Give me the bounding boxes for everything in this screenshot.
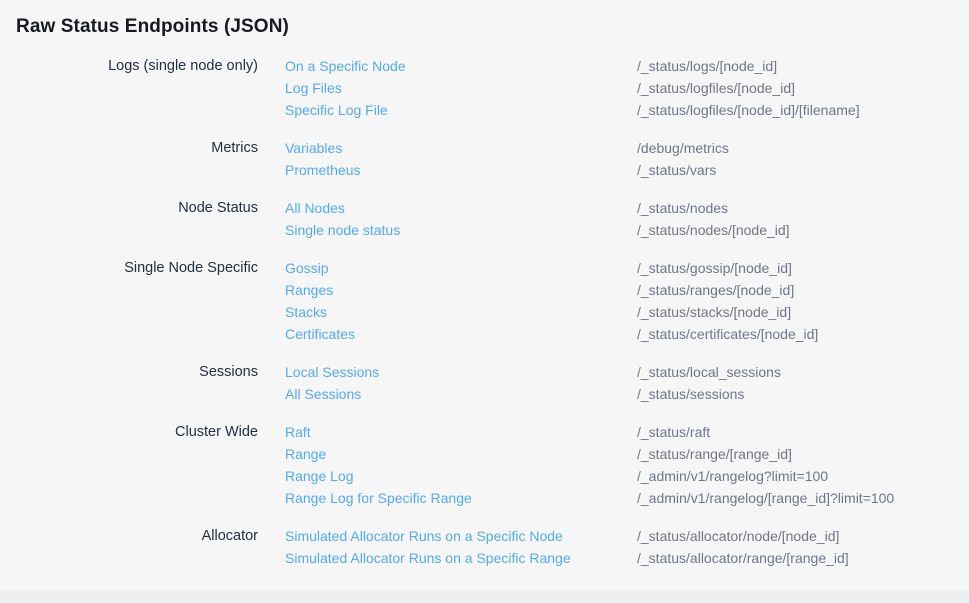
section-links-column: GossipRangesStacksCertificates bbox=[285, 257, 637, 345]
section-category-label: Metrics bbox=[16, 137, 258, 159]
endpoint-path: /_status/raft bbox=[637, 421, 894, 443]
endpoint-section: Node Status All NodesSingle node status … bbox=[16, 197, 953, 241]
endpoint-path: /_status/vars bbox=[637, 159, 729, 181]
section-links-column: All NodesSingle node status bbox=[285, 197, 637, 241]
endpoint-link[interactable]: Range Log for Specific Range bbox=[285, 487, 472, 509]
section-links-column: Simulated Allocator Runs on a Specific N… bbox=[285, 525, 637, 569]
endpoint-link[interactable]: Certificates bbox=[285, 323, 355, 345]
endpoints-table: Logs (single node only) On a Specific No… bbox=[16, 55, 953, 569]
endpoint-path: /_status/nodes/[node_id] bbox=[637, 219, 790, 241]
endpoint-link[interactable]: Variables bbox=[285, 137, 342, 159]
endpoint-link[interactable]: All Sessions bbox=[285, 383, 361, 405]
endpoint-link[interactable]: Prometheus bbox=[285, 159, 360, 181]
endpoint-path: /_status/allocator/range/[range_id] bbox=[637, 547, 849, 569]
section-paths-column: /_status/gossip/[node_id]/_status/ranges… bbox=[637, 257, 818, 345]
page-title: Raw Status Endpoints (JSON) bbox=[16, 13, 953, 40]
endpoint-section: Allocator Simulated Allocator Runs on a … bbox=[16, 525, 953, 569]
endpoint-link[interactable]: Local Sessions bbox=[285, 361, 379, 383]
endpoint-path: /_admin/v1/rangelog?limit=100 bbox=[637, 465, 894, 487]
section-links-column: On a Specific NodeLog FilesSpecific Log … bbox=[285, 55, 637, 121]
endpoint-section: Single Node Specific GossipRangesStacksC… bbox=[16, 257, 953, 345]
endpoint-link[interactable]: All Nodes bbox=[285, 197, 345, 219]
endpoint-link[interactable]: Single node status bbox=[285, 219, 400, 241]
endpoint-link[interactable]: Ranges bbox=[285, 279, 333, 301]
endpoint-path: /_status/logfiles/[node_id]/[filename] bbox=[637, 99, 860, 121]
endpoint-path: /_status/stacks/[node_id] bbox=[637, 301, 818, 323]
endpoint-path: /_admin/v1/rangelog/[range_id]?limit=100 bbox=[637, 487, 894, 509]
endpoint-link[interactable]: Simulated Allocator Runs on a Specific N… bbox=[285, 525, 563, 547]
endpoint-path: /_status/ranges/[node_id] bbox=[637, 279, 818, 301]
section-paths-column: /_status/allocator/node/[node_id]/_statu… bbox=[637, 525, 849, 569]
section-category-label: Sessions bbox=[16, 361, 258, 383]
endpoint-path: /_status/range/[range_id] bbox=[637, 443, 894, 465]
section-links-column: VariablesPrometheus bbox=[285, 137, 637, 181]
endpoint-path: /_status/allocator/node/[node_id] bbox=[637, 525, 849, 547]
section-paths-column: /_status/nodes/_status/nodes/[node_id] bbox=[637, 197, 790, 241]
endpoint-link[interactable]: Raft bbox=[285, 421, 311, 443]
endpoint-link[interactable]: On a Specific Node bbox=[285, 55, 406, 77]
endpoint-link[interactable]: Range bbox=[285, 443, 326, 465]
section-links-column: Local SessionsAll Sessions bbox=[285, 361, 637, 405]
section-paths-column: /_status/raft/_status/range/[range_id]/_… bbox=[637, 421, 894, 509]
endpoint-link[interactable]: Specific Log File bbox=[285, 99, 388, 121]
section-links-column: RaftRangeRange LogRange Log for Specific… bbox=[285, 421, 637, 509]
section-category-label: Allocator bbox=[16, 525, 258, 547]
endpoint-path: /_status/logfiles/[node_id] bbox=[637, 77, 860, 99]
endpoint-link[interactable]: Stacks bbox=[285, 301, 327, 323]
endpoint-path: /_status/local_sessions bbox=[637, 361, 781, 383]
endpoint-link[interactable]: Log Files bbox=[285, 77, 342, 99]
endpoint-section: Cluster Wide RaftRangeRange LogRange Log… bbox=[16, 421, 953, 509]
endpoint-link[interactable]: Simulated Allocator Runs on a Specific R… bbox=[285, 547, 571, 569]
endpoint-path: /_status/gossip/[node_id] bbox=[637, 257, 818, 279]
section-paths-column: /_status/local_sessions/_status/sessions bbox=[637, 361, 781, 405]
raw-status-endpoints-page: Raw Status Endpoints (JSON) Logs (single… bbox=[0, 0, 969, 569]
endpoint-link[interactable]: Range Log bbox=[285, 465, 354, 487]
endpoint-path: /_status/sessions bbox=[637, 383, 781, 405]
bottom-strip bbox=[0, 590, 969, 603]
section-category-label: Logs (single node only) bbox=[16, 55, 258, 77]
endpoint-section: Sessions Local SessionsAll Sessions /_st… bbox=[16, 361, 953, 405]
section-paths-column: /debug/metrics/_status/vars bbox=[637, 137, 729, 181]
endpoint-path: /debug/metrics bbox=[637, 137, 729, 159]
section-category-label: Cluster Wide bbox=[16, 421, 258, 443]
section-category-label: Single Node Specific bbox=[16, 257, 258, 279]
endpoint-path: /_status/certificates/[node_id] bbox=[637, 323, 818, 345]
endpoint-link[interactable]: Gossip bbox=[285, 257, 329, 279]
endpoint-path: /_status/nodes bbox=[637, 197, 790, 219]
endpoint-path: /_status/logs/[node_id] bbox=[637, 55, 860, 77]
section-category-label: Node Status bbox=[16, 197, 258, 219]
endpoint-section: Logs (single node only) On a Specific No… bbox=[16, 55, 953, 121]
section-paths-column: /_status/logs/[node_id]/_status/logfiles… bbox=[637, 55, 860, 121]
endpoint-section: Metrics VariablesPrometheus /debug/metri… bbox=[16, 137, 953, 181]
